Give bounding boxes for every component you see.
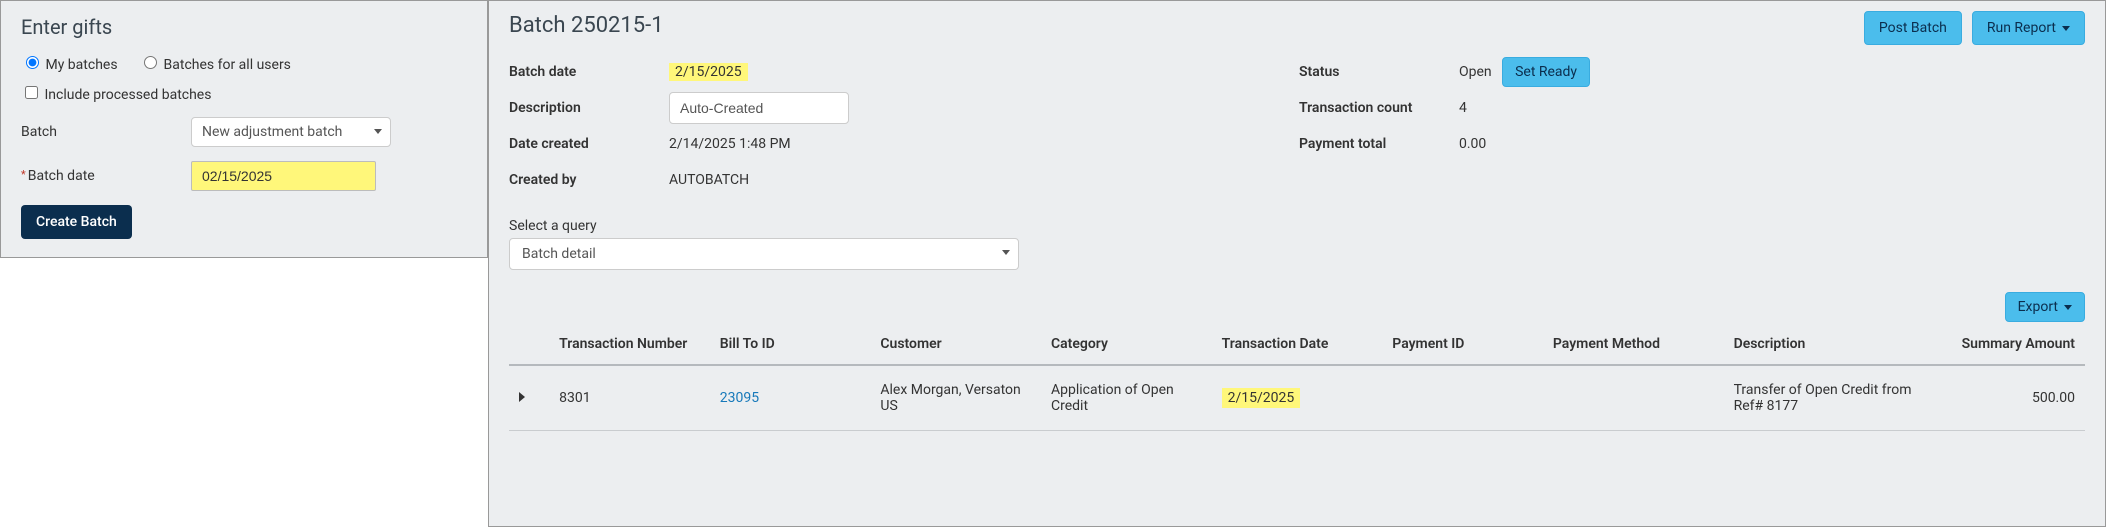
batch-details-right: Status Open Set Ready Transaction count … [1299,54,1769,198]
col-payment-method[interactable]: Payment Method [1543,330,1724,365]
payment-total-value: 0.00 [1459,136,1486,152]
transactions-section: Export [509,292,2085,431]
bill-to-link[interactable]: 23095 [720,390,759,406]
radio-all-batches-input[interactable] [144,56,157,69]
created-by-value: AUTOBATCH [669,172,749,188]
enter-gifts-panel: Enter gifts My batches Batches for all u… [0,0,488,258]
transactions-table: Transaction Number Bill To ID Customer C… [509,330,2085,431]
chevron-down-icon [2064,305,2072,310]
cell-category: Application of Open Credit [1041,365,1212,431]
txn-date-highlight: 2/15/2025 [1222,388,1301,408]
create-batch-button[interactable]: Create Batch [21,205,132,239]
radio-all-batches[interactable]: Batches for all users [139,57,291,73]
run-report-button[interactable]: Run Report [1972,11,2085,45]
set-ready-button[interactable]: Set Ready [1502,57,1590,87]
post-batch-button-label: Post Batch [1879,20,1947,36]
caret-right-icon [519,392,525,402]
col-bill-to-id[interactable]: Bill To ID [710,330,871,365]
export-button-label: Export [2018,299,2058,315]
set-ready-button-label: Set Ready [1515,64,1577,80]
cell-customer: Alex Morgan, Versaton US [870,365,1041,431]
created-by-label: Created by [509,172,669,188]
create-batch-button-label: Create Batch [36,214,117,230]
batch-select-label: Batch [21,124,191,140]
payment-total-label: Payment total [1299,136,1459,152]
table-header-row: Transaction Number Bill To ID Customer C… [509,330,2085,365]
cell-description: Transfer of Open Credit from Ref# 8177 [1724,365,1935,431]
batch-header: Batch 250215-1 Post Batch Run Report [509,11,2085,54]
query-label: Select a query [509,218,2085,234]
batch-select-value: New adjustment batch [202,124,342,140]
batch-scope-radios: My batches Batches for all users [21,53,467,73]
cell-payment-method [1543,365,1724,431]
include-processed-row: Include processed batches [21,83,467,103]
col-expand [509,330,549,365]
radio-my-batches[interactable]: My batches [21,57,121,73]
include-processed-checkbox[interactable]: Include processed batches [21,87,211,103]
row-expand-cell[interactable] [509,365,549,431]
col-summary-amount[interactable]: Summary Amount [1934,330,2085,365]
description-input[interactable] [669,92,849,124]
cell-txn-date: 2/15/2025 [1212,365,1383,431]
col-payment-id[interactable]: Payment ID [1382,330,1543,365]
col-category[interactable]: Category [1041,330,1212,365]
run-report-button-label: Run Report [1987,20,2056,36]
col-description[interactable]: Description [1724,330,1935,365]
batch-title: Batch 250215-1 [509,13,664,38]
cell-bill-to-id[interactable]: 23095 [710,365,871,431]
post-batch-button[interactable]: Post Batch [1864,11,1962,45]
txn-count-value: 4 [1459,100,1467,116]
query-select[interactable]: Batch detail [509,238,1019,270]
date-created-value: 2/14/2025 1:48 PM [669,136,791,152]
col-txn-date[interactable]: Transaction Date [1212,330,1383,365]
panel-title: Enter gifts [21,15,467,39]
query-select-value: Batch detail [522,246,596,262]
table-row[interactable]: 8301 23095 Alex Morgan, Versaton US Appl… [509,365,2085,431]
chevron-down-icon [1002,250,1010,255]
batch-select[interactable]: New adjustment batch [191,117,391,147]
radio-my-batches-input[interactable] [26,56,39,69]
batch-actions: Post Batch Run Report [1864,11,2085,45]
col-customer[interactable]: Customer [870,330,1041,365]
include-processed-label: Include processed batches [44,87,211,103]
col-txn-number[interactable]: Transaction Number [549,330,710,365]
batch-date-input[interactable] [191,161,376,191]
chevron-down-icon [374,129,382,134]
status-text: Open [1459,64,1492,80]
batch-details-left: Batch date 2/15/2025 Description Date cr… [509,54,1299,198]
cell-summary-amount: 500.00 [1934,365,2085,431]
export-row: Export [509,292,2085,322]
batch-panel: Batch 250215-1 Post Batch Run Report Bat… [488,0,2106,527]
status-label: Status [1299,64,1459,80]
batch-date-value: 2/15/2025 [669,63,748,81]
radio-my-batches-label: My batches [45,57,117,73]
batch-date-label: Batch date [509,64,669,80]
cell-txn-number: 8301 [549,365,710,431]
cell-payment-id [1382,365,1543,431]
date-created-label: Date created [509,136,669,152]
radio-all-batches-label: Batches for all users [164,57,291,73]
chevron-down-icon [2062,26,2070,31]
status-value: Open Set Ready [1459,57,1590,87]
export-button[interactable]: Export [2005,292,2085,322]
txn-count-label: Transaction count [1299,100,1459,116]
batch-details: Batch date 2/15/2025 Description Date cr… [509,54,2085,198]
batch-select-row: Batch New adjustment batch [21,117,467,147]
description-label: Description [509,100,669,116]
batch-date-label: Batch date [21,168,191,184]
include-processed-input[interactable] [25,86,38,99]
batch-date-row: Batch date [21,161,467,191]
